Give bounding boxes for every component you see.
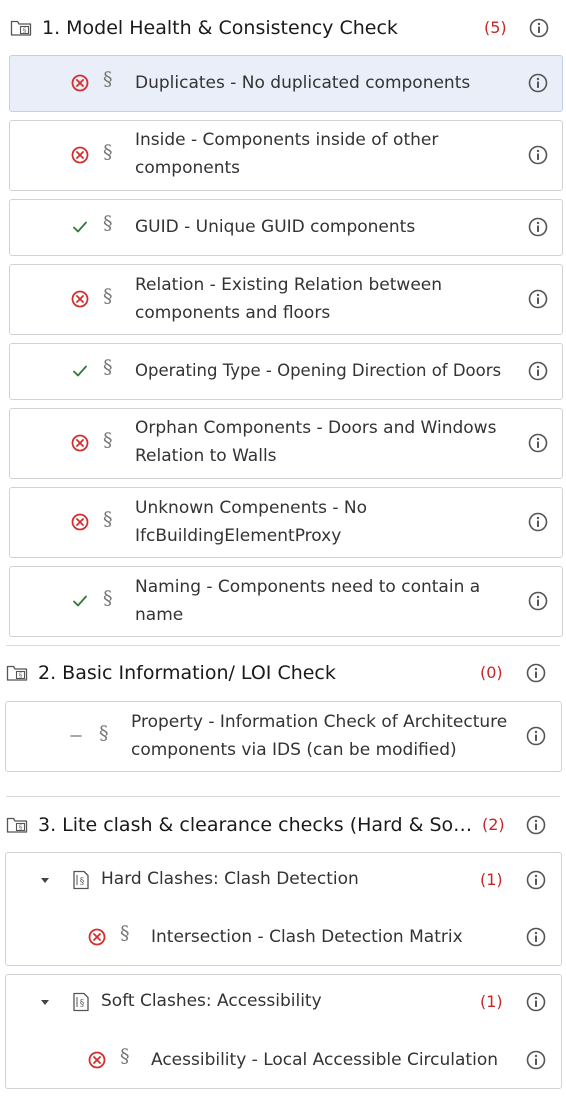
group-count: (1) — [480, 992, 503, 1011]
group-count: (1) — [480, 870, 503, 889]
section-header-clash-checks[interactable]: 3. Lite clash & clearance checks (Hard &… — [6, 807, 556, 843]
info-icon[interactable] — [528, 433, 548, 453]
rule-label: GUID - Unique GUID components — [135, 217, 416, 237]
x-circle-icon — [88, 928, 106, 946]
check-icon — [71, 592, 89, 610]
paragraph-icon: § — [103, 68, 113, 90]
paragraph-icon: § — [103, 587, 113, 609]
rule-group-hard-clashes: Hard Clashes: Clash Detection (1) § Inte… — [5, 852, 562, 966]
folder-rules-icon — [10, 19, 32, 37]
rule-item-intersection[interactable]: § Intersection - Clash Detection Matrix — [6, 911, 559, 963]
x-circle-icon — [71, 434, 89, 452]
folder-rules-icon — [6, 664, 28, 682]
rule-document-icon — [72, 870, 90, 890]
rule-label: Duplicates - No duplicated components — [135, 73, 471, 93]
rule-label: Acessibility - Local Accessible Circulat… — [151, 1050, 498, 1070]
info-icon[interactable] — [528, 217, 548, 237]
rule-item-naming[interactable]: § Naming - Components need to contain a … — [9, 566, 563, 637]
info-icon[interactable] — [526, 726, 546, 746]
rule-label: Inside - Components inside of other comp… — [135, 130, 439, 178]
group-title: Hard Clashes: Clash Detection — [101, 869, 359, 889]
paragraph-icon: § — [99, 722, 109, 744]
info-icon[interactable] — [526, 870, 546, 890]
paragraph-icon: § — [103, 141, 113, 163]
rule-item-orphan-components[interactable]: § Orphan Components - Doors and Windows … — [9, 408, 563, 479]
info-icon[interactable] — [529, 18, 549, 38]
x-circle-icon — [71, 74, 89, 92]
x-circle-icon — [88, 1051, 106, 1069]
rule-label: Orphan Components - Doors and Windows Re… — [135, 418, 497, 466]
info-icon[interactable] — [528, 591, 548, 611]
section-divider — [6, 645, 560, 646]
caret-down-icon[interactable] — [40, 997, 50, 1007]
x-circle-icon — [71, 513, 89, 531]
rule-item-relation[interactable]: § Relation - Existing Relation between c… — [9, 264, 563, 335]
caret-down-icon[interactable] — [40, 875, 50, 885]
section-title: 1. Model Health & Consistency Check — [42, 17, 398, 39]
dash-icon — [67, 727, 85, 745]
paragraph-icon: § — [120, 1045, 130, 1067]
section-title: 2. Basic Information/ LOI Check — [38, 662, 336, 684]
section-divider — [6, 796, 560, 797]
check-icon — [71, 362, 89, 380]
rule-item-property[interactable]: § Property - Information Check of Archit… — [5, 701, 562, 772]
info-icon[interactable] — [528, 73, 548, 93]
rule-document-icon — [72, 992, 90, 1012]
paragraph-icon: § — [103, 285, 113, 307]
section-header-basic-information[interactable]: 2. Basic Information/ LOI Check (0) — [6, 655, 556, 691]
section-count: (0) — [480, 663, 503, 682]
group-title: Soft Clashes: Accessibility — [101, 991, 322, 1011]
rule-label: Property - Information Check of Architec… — [131, 712, 508, 760]
rule-item-unknown-components[interactable]: § Unknown Compenents - No IfcBuildingEle… — [9, 487, 563, 558]
x-circle-icon — [71, 146, 89, 164]
info-icon[interactable] — [526, 927, 546, 947]
section-count: (5) — [484, 18, 507, 37]
section-count: (2) — [482, 815, 505, 834]
info-icon[interactable] — [528, 289, 548, 309]
rule-item-guid[interactable]: § GUID - Unique GUID components — [9, 199, 563, 256]
rule-item-inside[interactable]: § Inside - Components inside of other co… — [9, 120, 563, 191]
info-icon[interactable] — [526, 1050, 546, 1070]
info-icon[interactable] — [526, 815, 546, 835]
paragraph-icon: § — [103, 508, 113, 530]
section-title: 3. Lite clash & clearance checks (Hard &… — [38, 814, 478, 836]
rule-item-accessibility[interactable]: § Acessibility - Local Accessible Circul… — [6, 1034, 559, 1086]
group-header-soft-clashes[interactable]: Soft Clashes: Accessibility (1) — [6, 975, 559, 1030]
paragraph-icon: § — [120, 922, 130, 944]
check-icon — [71, 218, 89, 236]
info-icon[interactable] — [528, 145, 548, 165]
paragraph-icon: § — [103, 429, 113, 451]
section-header-model-health[interactable]: 1. Model Health & Consistency Check (5) — [10, 10, 556, 46]
rule-label: Unknown Compenents - No IfcBuildingEleme… — [135, 498, 367, 546]
group-header-hard-clashes[interactable]: Hard Clashes: Clash Detection (1) — [6, 853, 559, 908]
rule-label: Intersection - Clash Detection Matrix — [151, 927, 463, 947]
info-icon[interactable] — [526, 992, 546, 1012]
x-circle-icon — [71, 290, 89, 308]
rule-label: Naming - Components need to contain a na… — [135, 577, 481, 625]
paragraph-icon: § — [103, 212, 113, 234]
info-icon[interactable] — [526, 663, 546, 683]
rule-label: Relation - Existing Relation between com… — [135, 275, 443, 323]
rule-label: Operating Type - Opening Direction of Do… — [135, 361, 502, 380]
info-icon[interactable] — [528, 512, 548, 532]
rule-item-operating-type[interactable]: § Operating Type - Opening Direction of … — [9, 343, 563, 400]
folder-rules-icon — [6, 816, 28, 834]
rule-group-soft-clashes: Soft Clashes: Accessibility (1) § Acessi… — [5, 974, 562, 1089]
info-icon[interactable] — [528, 361, 548, 381]
paragraph-icon: § — [103, 356, 113, 378]
rule-item-duplicates[interactable]: § Duplicates - No duplicated components — [9, 55, 563, 112]
